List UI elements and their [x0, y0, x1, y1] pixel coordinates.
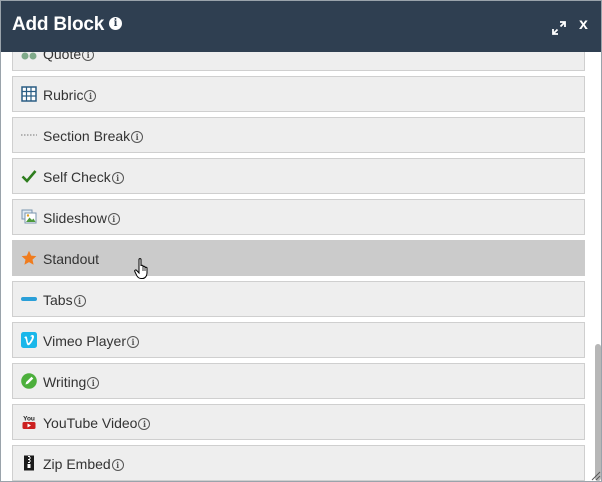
block-item-self-check[interactable]: Self Check i: [12, 158, 585, 194]
checkmark-icon: [21, 170, 37, 183]
info-icon[interactable]: i: [84, 90, 97, 102]
resize-grip-icon[interactable]: [589, 469, 601, 481]
block-item-quote[interactable]: Quote i: [12, 52, 585, 71]
table-grid-icon: [21, 86, 37, 102]
info-icon[interactable]: i: [131, 131, 144, 143]
vimeo-icon: [21, 332, 37, 348]
pencil-circle-icon: [21, 373, 37, 389]
block-label: Zip Embed: [43, 456, 111, 472]
expand-icon[interactable]: [551, 20, 567, 36]
dialog-title: Add Block: [12, 14, 105, 35]
info-icon[interactable]: i: [82, 52, 95, 61]
block-item-youtube-video[interactable]: You YouTube Video i: [12, 404, 585, 440]
block-item-zip-embed[interactable]: Zip Embed i: [12, 445, 585, 481]
dialog-titlebar: Add Block i x: [1, 1, 601, 52]
info-icon[interactable]: i: [111, 459, 124, 471]
info-icon[interactable]: i: [73, 295, 86, 307]
slideshow-icon: [21, 209, 37, 224]
block-label: Rubric: [43, 87, 84, 103]
info-icon[interactable]: i: [111, 172, 124, 184]
block-label: Self Check: [43, 169, 111, 185]
block-item-tabs[interactable]: Tabs i: [12, 281, 585, 317]
svg-text:You: You: [23, 416, 35, 423]
block-label: Slideshow: [43, 210, 107, 226]
title-info-icon[interactable]: i: [109, 17, 122, 30]
star-icon: [21, 250, 37, 265]
info-icon[interactable]: i: [138, 418, 151, 430]
block-label: YouTube Video: [43, 415, 138, 431]
block-label: Quote: [43, 52, 82, 62]
block-label: Section Break: [43, 128, 131, 144]
info-icon[interactable]: i: [107, 213, 120, 225]
scrollbar-thumb[interactable]: [595, 344, 601, 481]
block-item-rubric[interactable]: Rubric i: [12, 76, 585, 112]
youtube-icon: You: [22, 416, 36, 429]
tabs-bar-icon: [21, 297, 37, 301]
quote-icon: [21, 52, 37, 60]
block-label: Tabs: [43, 292, 73, 308]
block-item-vimeo-player[interactable]: Vimeo Player i: [12, 322, 585, 358]
block-label: Vimeo Player: [43, 333, 127, 349]
vertical-scrollbar[interactable]: [593, 52, 601, 481]
block-list[interactable]: Quote i Rubric i Section Break i Self Check…: [1, 52, 593, 481]
zip-file-icon: [24, 455, 34, 471]
info-icon[interactable]: i: [87, 377, 100, 389]
dotted-line-icon: [21, 134, 37, 136]
block-item-section-break[interactable]: Section Break i: [12, 117, 585, 153]
info-icon[interactable]: i: [127, 336, 140, 348]
block-item-writing[interactable]: Writing i: [12, 363, 585, 399]
close-button[interactable]: x: [579, 16, 588, 34]
block-item-standout[interactable]: Standout: [12, 240, 585, 276]
block-label: Writing: [43, 374, 87, 390]
add-block-dialog: Add Block i x Quote i Rubric i Section B…: [0, 0, 602, 482]
block-item-slideshow[interactable]: Slideshow i: [12, 199, 585, 235]
block-label: Standout: [43, 251, 100, 267]
